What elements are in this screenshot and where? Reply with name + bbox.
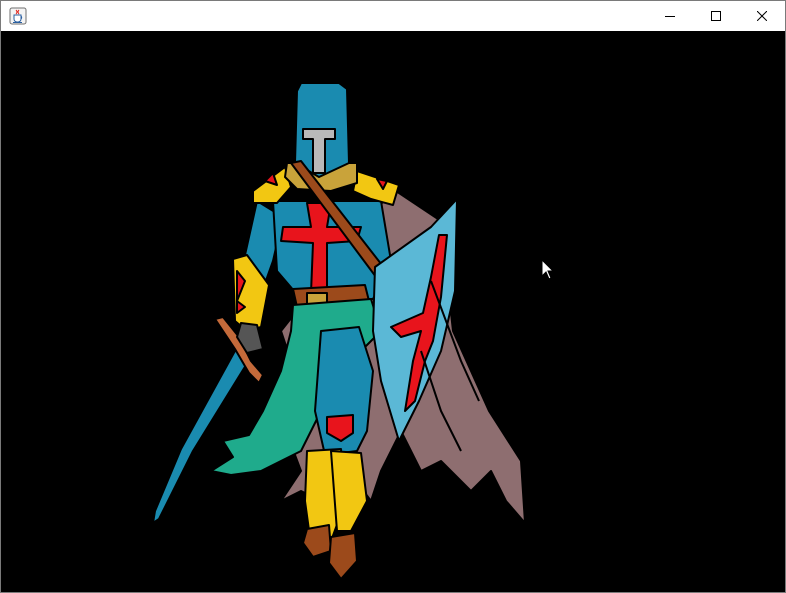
title-bar[interactable] bbox=[1, 1, 785, 31]
app-window bbox=[0, 0, 786, 593]
close-icon bbox=[757, 11, 767, 21]
drawing-canvas[interactable] bbox=[1, 31, 785, 592]
maximize-icon bbox=[711, 11, 721, 21]
shoe-right bbox=[328, 532, 358, 580]
close-button[interactable] bbox=[739, 1, 785, 31]
java-cup-icon bbox=[9, 7, 27, 25]
maximize-button[interactable] bbox=[693, 1, 739, 31]
right-pauldron bbox=[352, 170, 400, 206]
minimize-button[interactable] bbox=[647, 1, 693, 31]
boot-right bbox=[330, 450, 368, 532]
mouse-cursor-icon bbox=[541, 259, 555, 280]
minimize-icon bbox=[665, 16, 675, 17]
sword-blade bbox=[152, 348, 252, 524]
shoe-left bbox=[302, 524, 332, 558]
crusader-knight-illustration bbox=[152, 82, 526, 580]
